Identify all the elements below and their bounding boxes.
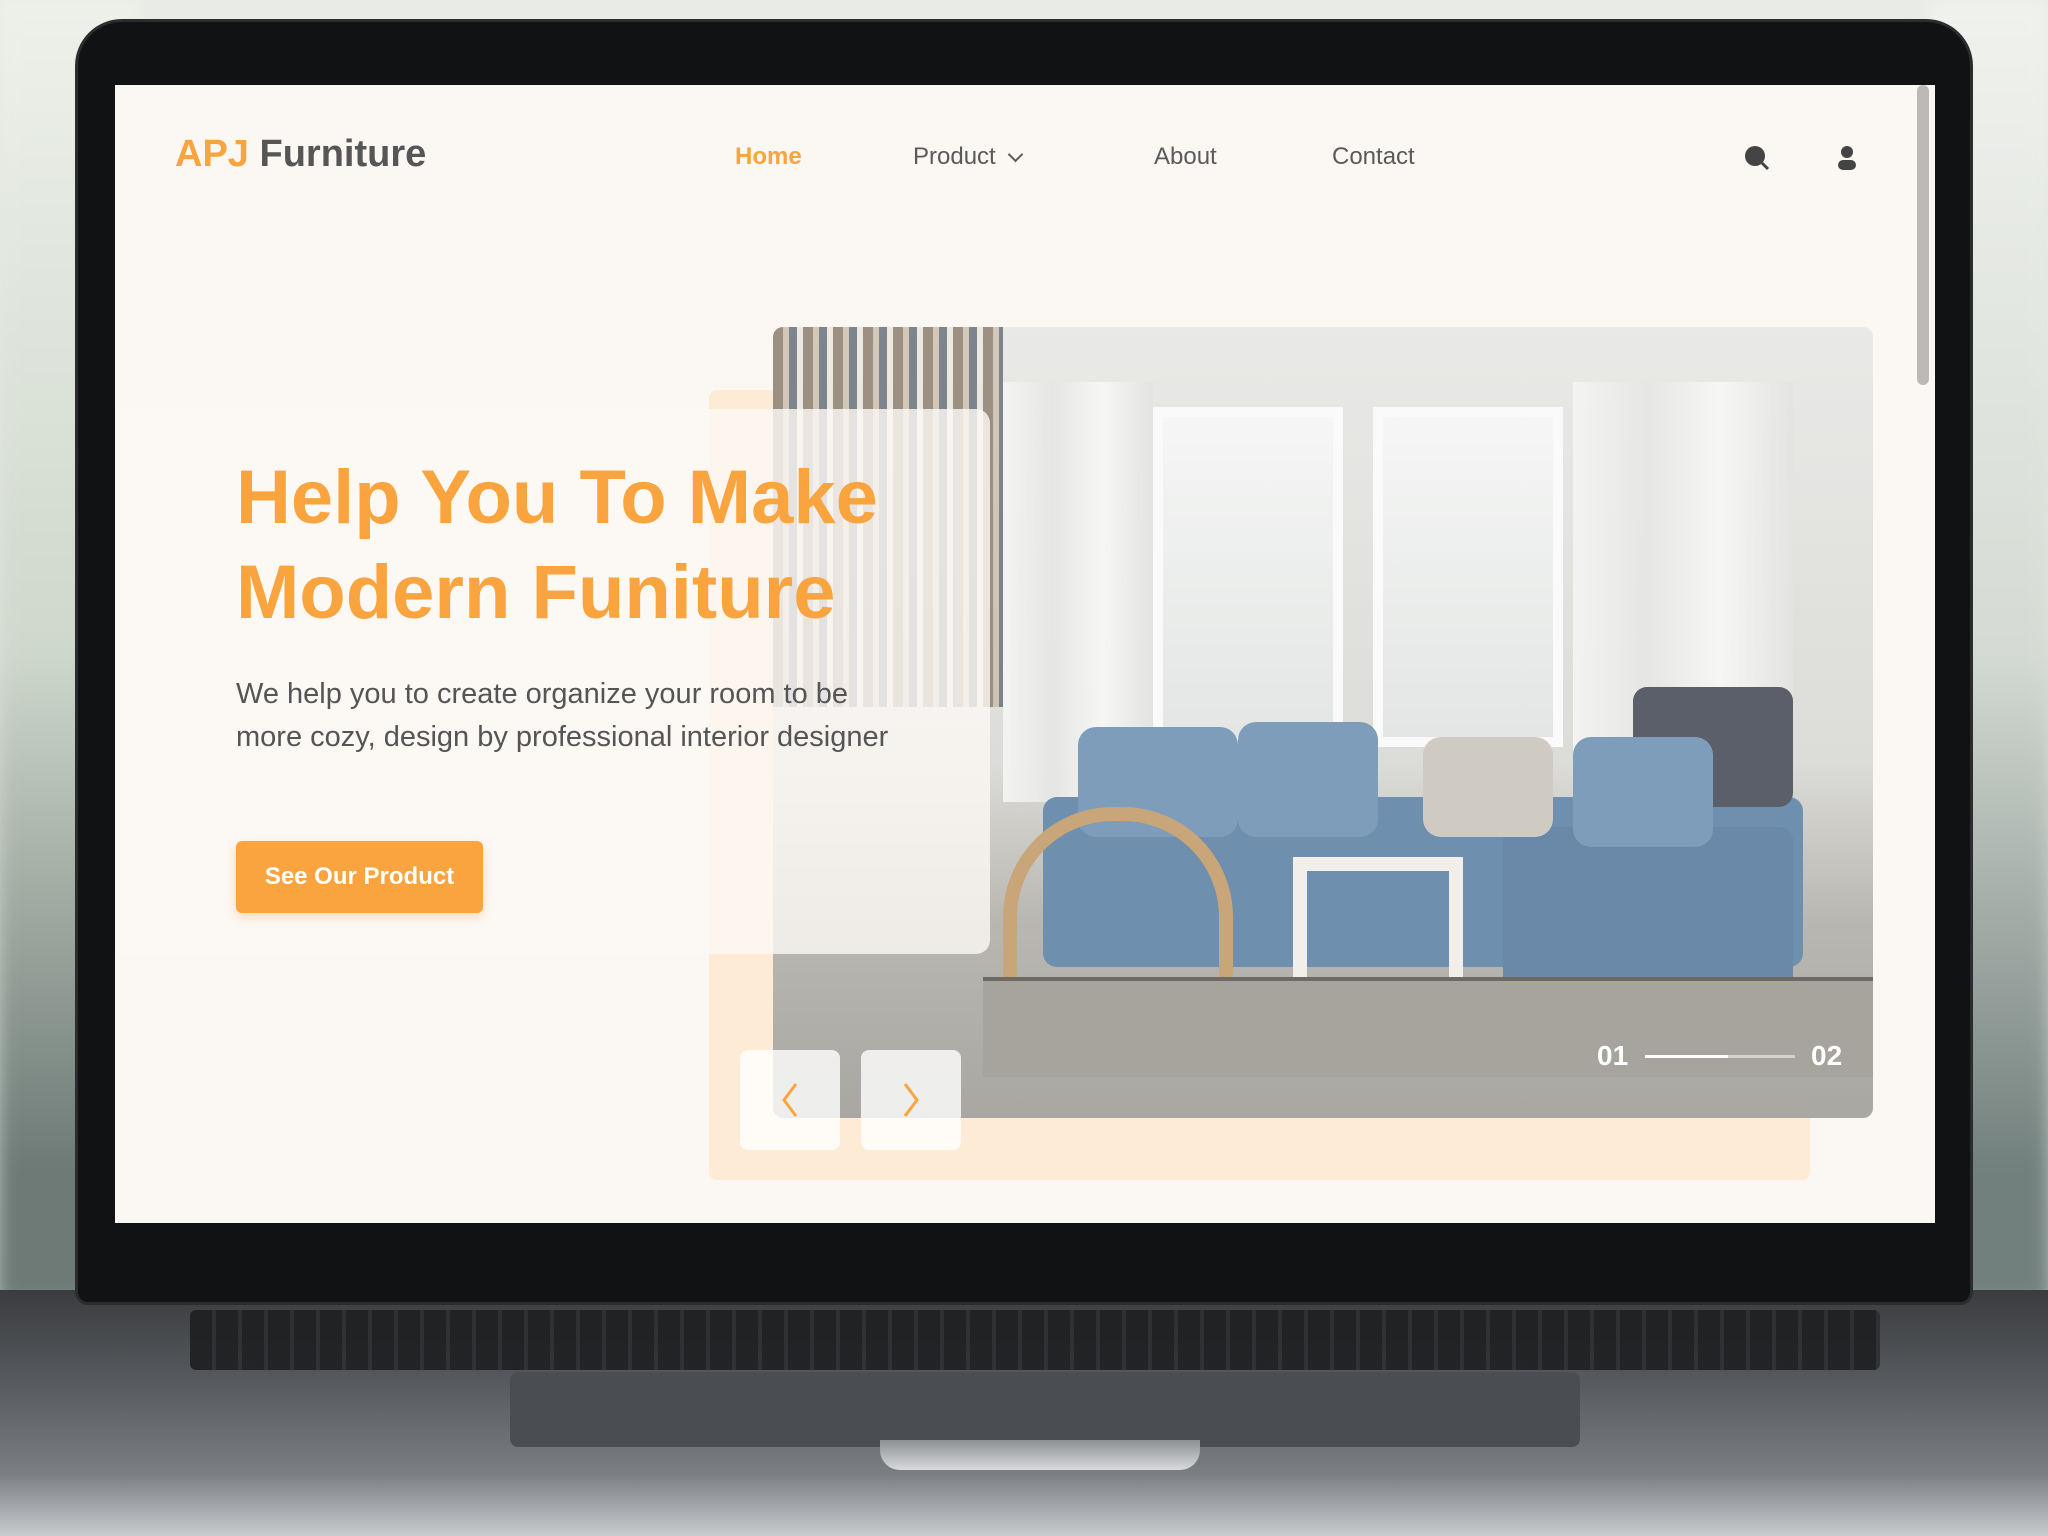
nav-home[interactable]: Home — [735, 143, 802, 171]
logo-accent: APJ — [175, 133, 249, 175]
scrollbar[interactable] — [1917, 85, 1929, 385]
user-icon[interactable] — [1832, 143, 1862, 173]
hero-title-line-2: Modern Funiture — [236, 550, 836, 635]
slide-current: 01 — [1597, 1040, 1629, 1071]
nav-product-label: Product — [913, 143, 996, 170]
nav-about[interactable]: About — [1154, 143, 1217, 171]
nav-product[interactable]: Product — [913, 143, 1023, 171]
cushion — [1238, 722, 1378, 837]
cushion — [1573, 737, 1713, 847]
window-left — [1153, 407, 1343, 747]
see-our-product-button[interactable]: See Our Product — [236, 841, 483, 913]
slide-total: 02 — [1811, 1040, 1843, 1071]
hero-description: We help you to create organize your room… — [236, 678, 889, 753]
chevron-left-icon — [782, 1083, 798, 1117]
rug — [983, 977, 1873, 1077]
brand-logo[interactable]: APJ Furniture — [175, 133, 426, 176]
hero-title: Help You To Make Modern Funiture — [236, 450, 1136, 640]
cushion — [1423, 737, 1553, 837]
search-icon[interactable] — [1742, 143, 1772, 173]
slide-progress-fill — [1645, 1055, 1728, 1058]
next-slide-button[interactable] — [861, 1050, 961, 1150]
logo-text: Furniture — [259, 133, 427, 175]
nav-contact[interactable]: Contact — [1332, 143, 1415, 171]
chevron-down-icon — [1007, 146, 1023, 163]
hero-title-line-1: Help You To Make — [236, 455, 878, 540]
laptop-notch — [880, 1440, 1200, 1470]
website-screen: APJ Furniture Home Product About Contact… — [115, 85, 1935, 1223]
laptop-keyboard — [190, 1310, 1880, 1370]
window-right — [1373, 407, 1563, 747]
slide-progress — [1645, 1055, 1795, 1058]
prev-slide-button[interactable] — [740, 1050, 840, 1150]
chevron-right-icon — [903, 1083, 919, 1117]
laptop-trackpad — [510, 1372, 1580, 1447]
